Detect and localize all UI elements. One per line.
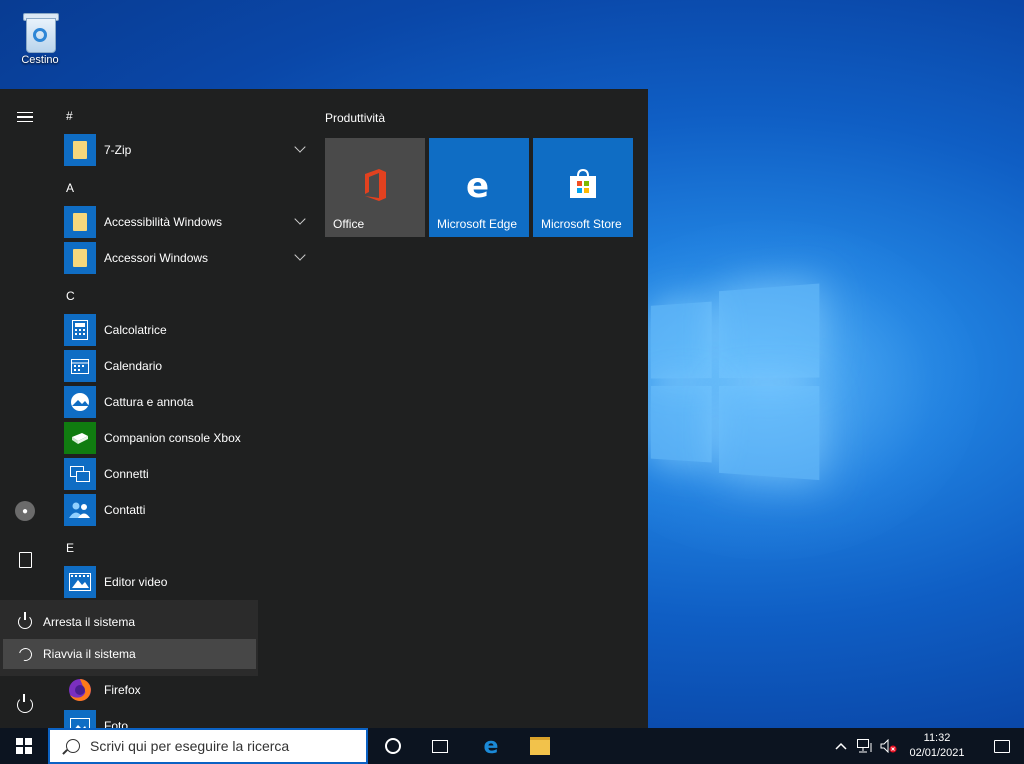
power-icon[interactable] — [13, 693, 37, 717]
notification-icon — [994, 739, 1010, 753]
search-placeholder: Scrivi qui per eseguire la ricerca — [90, 738, 290, 754]
user-account-icon[interactable]: ● — [13, 499, 37, 523]
restart-label: Riavvia il sistema — [43, 647, 136, 661]
tile-group-title[interactable]: Produttività — [325, 111, 385, 125]
hamburger-menu-icon[interactable] — [13, 105, 37, 129]
taskbar-edge-button[interactable]: e — [468, 728, 514, 764]
recycle-bin-icon — [21, 10, 59, 53]
tile-label: Microsoft Store — [541, 217, 622, 231]
task-view-button[interactable] — [417, 728, 463, 764]
folder-icon — [64, 134, 96, 166]
cortana-circle-icon — [385, 738, 401, 754]
app-calendario[interactable]: Calendario — [64, 349, 304, 383]
chevron-down-icon[interactable] — [294, 141, 306, 153]
svg-text:e: e — [466, 168, 489, 202]
folder-icon — [64, 242, 96, 274]
store-bag-icon — [570, 168, 596, 198]
system-clock[interactable]: 11:32 02/01/2021 — [898, 731, 976, 761]
search-icon — [66, 739, 80, 753]
tile-label: Microsoft Edge — [437, 217, 518, 231]
tile-office[interactable]: Office — [325, 138, 425, 237]
people-icon — [64, 494, 96, 526]
app-calcolatrice[interactable]: Calcolatrice — [64, 313, 304, 347]
office-icon — [365, 169, 386, 201]
app-7zip[interactable]: 7-Zip — [64, 133, 306, 167]
xbox-console-icon — [64, 422, 96, 454]
app-label: Calendario — [104, 359, 163, 373]
clock-date: 02/01/2021 — [909, 747, 965, 759]
firefox-icon — [64, 674, 96, 706]
app-label: Contatti — [104, 503, 146, 517]
cortana-button[interactable] — [370, 728, 416, 764]
folder-icon — [530, 737, 550, 755]
recycle-bin-label: Cestino — [21, 54, 59, 66]
calendar-icon — [64, 350, 96, 382]
network-tray-button[interactable] — [854, 728, 876, 764]
windows-logo-icon — [16, 738, 32, 754]
edge-icon: e — [483, 733, 499, 759]
task-view-icon — [432, 739, 448, 753]
network-icon — [857, 739, 872, 753]
calculator-icon — [64, 314, 96, 346]
section-header-hash[interactable]: # — [66, 109, 73, 123]
app-label: Calcolatrice — [104, 323, 167, 337]
app-label: Cattura e annota — [104, 395, 194, 409]
section-header-c[interactable]: C — [66, 289, 75, 303]
tile-microsoft-store[interactable]: Microsoft Store — [533, 138, 633, 237]
app-label: Firefox — [104, 683, 141, 697]
app-foto[interactable]: Foto — [64, 709, 304, 728]
app-label: Accessibilità Windows — [104, 215, 223, 229]
volume-tray-button[interactable] — [878, 728, 900, 764]
chevron-up-icon — [835, 742, 847, 750]
show-hidden-icons-button[interactable] — [832, 728, 850, 764]
volume-muted-icon — [880, 739, 897, 753]
edge-icon: e — [466, 168, 489, 202]
shutdown-label: Arresta il sistema — [43, 615, 136, 629]
app-label: Accessori Windows — [104, 251, 209, 265]
wallpaper-windows-logo — [650, 282, 833, 487]
app-companion-console-xbox[interactable]: Companion console Xbox — [64, 421, 304, 455]
restart-icon — [16, 645, 34, 663]
app-label: 7-Zip — [104, 143, 132, 157]
clock-time: 11:32 — [923, 732, 951, 744]
chevron-down-icon[interactable] — [294, 249, 306, 261]
chevron-down-icon[interactable] — [294, 213, 306, 225]
power-icon — [17, 612, 33, 630]
taskbar-file-explorer-button[interactable] — [517, 728, 563, 764]
action-center-button[interactable] — [980, 728, 1024, 764]
app-label: Editor video — [104, 575, 168, 589]
folder-icon — [64, 206, 96, 238]
connect-icon — [64, 458, 96, 490]
app-label: Companion console Xbox — [104, 431, 241, 445]
app-firefox[interactable]: Firefox — [64, 673, 304, 707]
app-accessori-windows[interactable]: Accessori Windows — [64, 241, 306, 275]
section-header-e[interactable]: E — [66, 541, 74, 555]
shutdown-menu-item[interactable]: Arresta il sistema — [3, 607, 256, 637]
app-connetti[interactable]: Connetti — [64, 457, 304, 491]
app-contatti[interactable]: Contatti — [64, 493, 304, 527]
restart-menu-item[interactable]: Riavvia il sistema — [3, 639, 256, 669]
photos-icon — [64, 710, 96, 728]
app-label: Foto — [104, 719, 129, 728]
app-editor-video[interactable]: Editor video — [64, 565, 304, 599]
tile-label: Office — [333, 217, 365, 231]
recycle-bin-desktop-icon[interactable]: Cestino — [12, 6, 68, 66]
start-button[interactable] — [0, 728, 48, 764]
app-cattura-e-annota[interactable]: Cattura e annota — [64, 385, 304, 419]
taskbar-search-box[interactable]: Scrivi qui per eseguire la ricerca — [48, 728, 368, 764]
app-label: Connetti — [104, 467, 149, 481]
taskbar: Scrivi qui per eseguire la ricerca e 11:… — [0, 728, 1024, 764]
snip-sketch-icon — [64, 386, 96, 418]
app-accessibilita-windows[interactable]: Accessibilità Windows — [64, 205, 306, 239]
tile-microsoft-edge[interactable]: e Microsoft Edge — [429, 138, 529, 237]
video-editor-icon — [64, 566, 96, 598]
documents-icon[interactable] — [13, 548, 37, 572]
section-header-a[interactable]: A — [66, 181, 74, 195]
power-options-menu: Arresta il sistema Riavvia il sistema — [0, 600, 258, 676]
